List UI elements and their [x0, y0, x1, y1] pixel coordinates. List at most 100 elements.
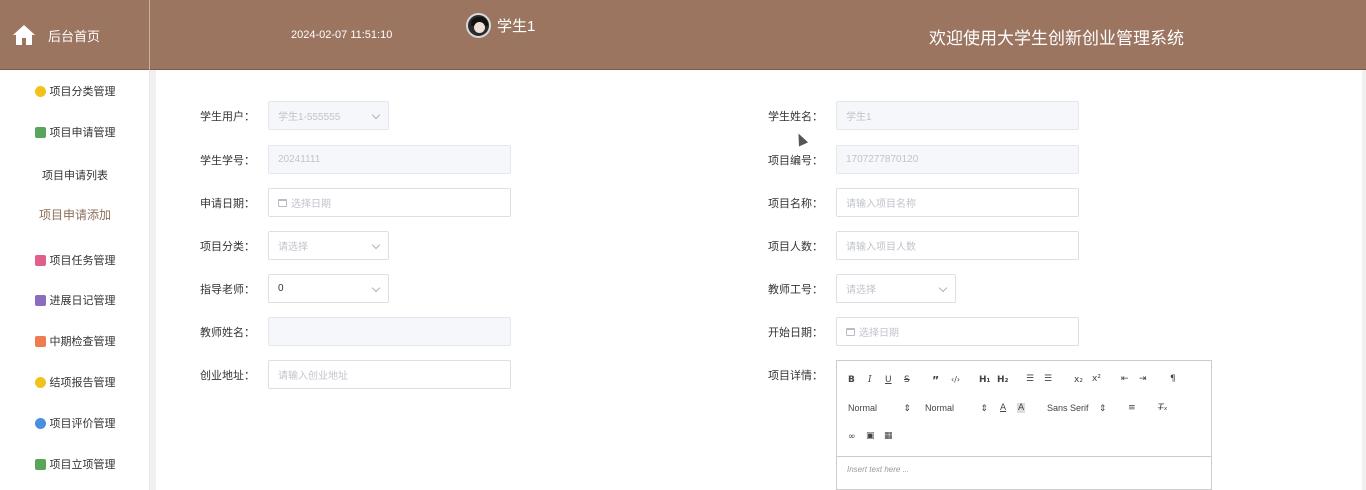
- chevron-down-icon: [371, 240, 381, 250]
- student-user-select: 学生1-555555: [268, 101, 389, 130]
- current-datetime: 2024-02-07 11:51:10: [291, 29, 393, 41]
- teacher-no-label: 教师工号：: [768, 284, 823, 296]
- sidebar-item-midterm[interactable]: 中期检查管理: [0, 333, 150, 349]
- content-gutter: [150, 70, 156, 490]
- sidebar-item-tasks[interactable]: 项目任务管理: [0, 252, 150, 268]
- sidebar-item-label: 项目分类管理: [49, 86, 116, 98]
- sidebar-item-application[interactable]: 项目申请管理: [0, 124, 150, 140]
- grid-icon: [34, 335, 46, 347]
- project-no-field: 1707277870120: [836, 145, 1079, 174]
- user-profile[interactable]: 学生1: [466, 13, 535, 38]
- sidebar-item-label: 项目立项管理: [49, 459, 116, 471]
- student-name-field: 学生1: [836, 101, 1079, 130]
- heading-two-icon[interactable]: H₂: [997, 375, 1008, 385]
- project-name-input[interactable]: 请输入项目名称: [836, 188, 1079, 217]
- bullet-list-icon[interactable]: ☰: [1044, 374, 1052, 384]
- clear-format-icon[interactable]: T̶ₓ: [1158, 403, 1168, 413]
- project-members-label: 项目人数：: [768, 241, 823, 253]
- sidebar-item-label: 项目任务管理: [49, 255, 116, 267]
- calendar-icon: [846, 327, 855, 336]
- apply-date-picker[interactable]: 选择日期: [268, 188, 511, 217]
- project-category-label: 项目分类：: [200, 241, 255, 253]
- address-label: 创业地址：: [200, 370, 255, 382]
- sidebar: 项目分类管理 项目申请管理 项目申请列表 项目申请添加 项目任务管理 进展日记管…: [0, 70, 150, 490]
- project-no-label: 项目编号：: [768, 155, 823, 167]
- chevron-down-icon: [371, 283, 381, 293]
- sidebar-subitem-application-list[interactable]: 项目申请列表: [0, 167, 150, 183]
- details-label: 项目详情：: [768, 370, 823, 382]
- mouse-cursor: [793, 131, 809, 147]
- home-icon: [13, 25, 35, 45]
- editor-placeholder[interactable]: Insert text here ...: [847, 465, 909, 474]
- student-user-label: 学生用户：: [200, 111, 255, 123]
- italic-icon[interactable]: I: [868, 375, 872, 385]
- subscript-icon[interactable]: x₂: [1074, 375, 1083, 385]
- text-direction-icon[interactable]: ¶: [1170, 374, 1176, 384]
- clipboard-icon: [34, 254, 46, 266]
- star-icon: [34, 417, 46, 429]
- superscript-icon[interactable]: x²: [1092, 374, 1101, 384]
- student-no-label: 学生学号：: [200, 155, 255, 167]
- sidebar-item-approval[interactable]: 项目立项管理: [0, 456, 150, 472]
- editor-toolbar: B I U S ” ‹/› H₁ H₂ ☰ ☰ x₂ x² ⇤ ⇥ ¶ Norm…: [837, 361, 1211, 457]
- project-members-input[interactable]: 请输入项目人数: [836, 231, 1079, 260]
- teacher-name-label: 教师姓名：: [200, 327, 255, 339]
- chat-icon: [34, 126, 46, 138]
- size-select[interactable]: Normal ⇕: [925, 403, 988, 414]
- top-header: 后台首页 2024-02-07 11:51:10 学生1 欢迎使用大学生创新创业…: [0, 0, 1366, 70]
- sidebar-item-label: 项目申请管理: [49, 127, 116, 139]
- student-name-label: 学生姓名：: [768, 111, 823, 123]
- sidebar-subitem-application-add[interactable]: 项目申请添加: [0, 206, 150, 223]
- advisor-label: 指导老师：: [200, 284, 255, 296]
- text-color-icon[interactable]: A: [1000, 403, 1006, 413]
- scrollbar-track[interactable]: [1362, 70, 1366, 490]
- apply-date-label: 申请日期：: [200, 198, 255, 210]
- sidebar-item-final-report[interactable]: 结项报告管理: [0, 374, 150, 390]
- sidebar-item-category[interactable]: 项目分类管理: [0, 83, 150, 99]
- heading-one-icon[interactable]: H₁: [979, 375, 990, 385]
- sidebar-item-progress-log[interactable]: 进展日记管理: [0, 292, 150, 308]
- strike-icon[interactable]: S: [904, 375, 910, 385]
- chevron-down-icon: [371, 110, 381, 120]
- sidebar-item-evaluation[interactable]: 项目评价管理: [0, 415, 150, 431]
- home-link[interactable]: 后台首页: [0, 0, 150, 70]
- project-name-label: 项目名称：: [768, 198, 823, 210]
- start-date-picker[interactable]: 选择日期: [836, 317, 1079, 346]
- book-icon: [34, 294, 46, 306]
- site-title: 欢迎使用大学生创新创业管理系统: [929, 29, 1184, 48]
- user-name: 学生1: [497, 18, 536, 35]
- code-icon[interactable]: ‹/›: [951, 375, 960, 384]
- sidebar-item-label: 进展日记管理: [49, 295, 116, 307]
- background-color-icon[interactable]: A: [1017, 403, 1026, 413]
- teacher-no-select[interactable]: 请选择: [836, 274, 956, 303]
- align-icon[interactable]: ≡: [1128, 403, 1136, 413]
- ordered-list-icon[interactable]: ☰: [1026, 374, 1034, 384]
- sidebar-item-label: 中期检查管理: [49, 336, 116, 348]
- image-icon[interactable]: ▣: [866, 431, 875, 441]
- home-label: 后台首页: [48, 28, 101, 44]
- outdent-icon[interactable]: ⇤: [1121, 374, 1129, 384]
- header-select[interactable]: Normal ⇕: [848, 403, 911, 414]
- underline-icon[interactable]: U: [885, 375, 892, 385]
- box-icon: [34, 376, 46, 388]
- chat-icon: [34, 458, 46, 470]
- student-no-field: 20241111: [268, 145, 511, 174]
- link-icon[interactable]: ∞: [848, 432, 856, 442]
- sidebar-item-label: 结项报告管理: [49, 377, 116, 389]
- bold-icon[interactable]: B: [848, 375, 855, 385]
- start-date-label: 开始日期：: [768, 327, 823, 339]
- teacher-name-field: [268, 317, 511, 346]
- avatar: [466, 13, 491, 38]
- box-icon: [34, 85, 46, 97]
- advisor-select[interactable]: 0: [268, 274, 389, 303]
- sidebar-item-label: 项目评价管理: [49, 418, 116, 430]
- rich-text-editor: B I U S ” ‹/› H₁ H₂ ☰ ☰ x₂ x² ⇤ ⇥ ¶ Norm…: [836, 360, 1212, 490]
- indent-icon[interactable]: ⇥: [1139, 374, 1147, 384]
- address-input[interactable]: 请输入创业地址: [268, 360, 511, 389]
- font-select[interactable]: Sans Serif ⇕: [1047, 403, 1107, 414]
- blockquote-icon[interactable]: ”: [932, 374, 939, 387]
- project-category-select[interactable]: 请选择: [268, 231, 389, 260]
- chevron-down-icon: [938, 283, 948, 293]
- video-icon[interactable]: ▦: [884, 431, 893, 441]
- calendar-icon: [278, 198, 287, 207]
